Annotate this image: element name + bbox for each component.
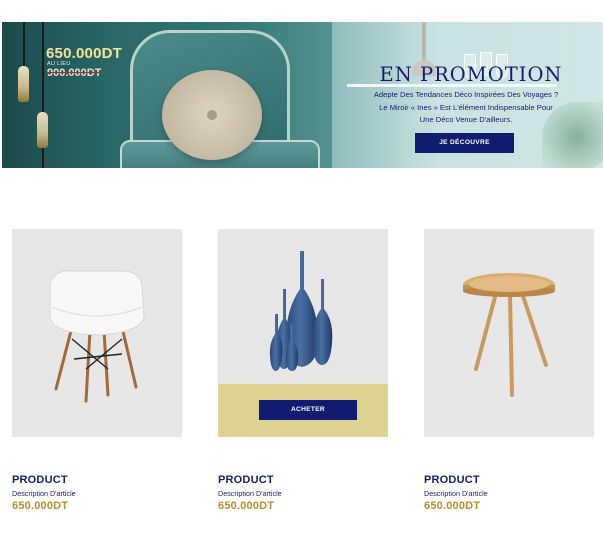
promo-title: EN PROMOTION	[379, 63, 563, 86]
buy-button[interactable]: ACHETER	[259, 400, 357, 420]
product-price: 650.000DT	[12, 500, 69, 512]
promo-description-line: Adepte Des Tendances Déco Inspirées Des …	[373, 90, 559, 99]
product-price: 650.000DT	[218, 500, 275, 512]
product-description: Description D'article	[12, 489, 76, 498]
lamp-cord	[42, 148, 44, 168]
product-price: 650.000DT	[424, 500, 481, 512]
discover-button[interactable]: JE DÉCOUVRE	[415, 133, 514, 153]
promo-description-line: Une Déco Venue D'ailleurs.	[419, 115, 513, 125]
blue-vases-image	[269, 251, 333, 371]
product-card-image[interactable]	[424, 229, 594, 437]
edison-bulb	[18, 66, 29, 102]
lamp-cord	[23, 22, 25, 68]
white-chair-image	[49, 270, 145, 403]
banner-price-old: 900.000DT	[47, 67, 102, 79]
promo-description-line: Le Miroir « Ines » Est L'élément Indispe…	[379, 102, 553, 112]
buy-overlay: ACHETER	[218, 384, 388, 437]
promo-description: Adepte Des Tendances Déco Inspirées Des …	[356, 89, 576, 127]
product-description: Description D'article	[218, 489, 282, 498]
edison-bulb	[37, 112, 48, 148]
product-card-image[interactable]	[12, 229, 182, 437]
product-title[interactable]: PRODUCT	[12, 474, 68, 486]
wooden-stool-image	[463, 273, 555, 397]
pillow-button	[207, 110, 217, 120]
product-title[interactable]: PRODUCT	[424, 474, 480, 486]
lamp-cord	[42, 22, 44, 112]
banner-price-new: 650.000DT	[46, 45, 123, 62]
product-title[interactable]: PRODUCT	[218, 474, 274, 486]
product-card-image[interactable]: ACHETER	[218, 229, 388, 437]
product-description: Description D'article	[424, 489, 488, 498]
